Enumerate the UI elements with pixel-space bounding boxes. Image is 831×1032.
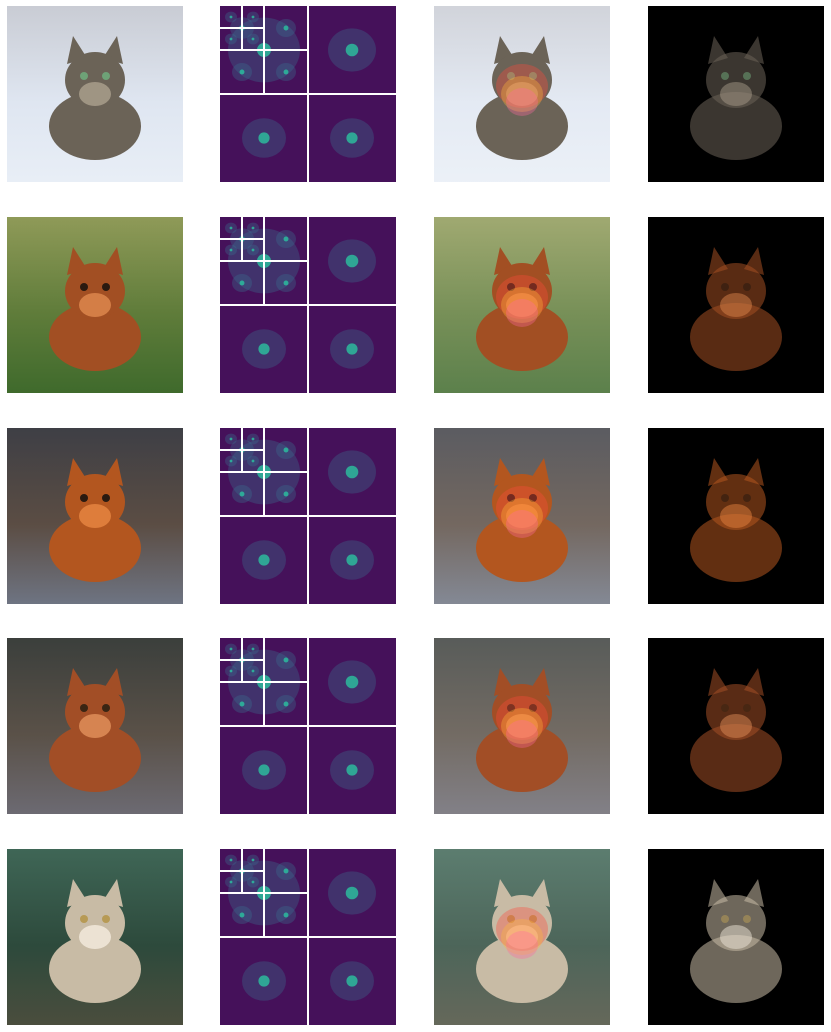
input-image-image (7, 638, 183, 814)
cell-saliency-overlay-row-2 (434, 217, 610, 393)
input-image-image (7, 6, 183, 182)
masked-image-image (648, 217, 824, 393)
cell-masked-image-row-2 (648, 217, 824, 393)
masked-image-image (648, 6, 824, 182)
cell-wavelet-decomposition-map-row-4 (220, 638, 396, 814)
wavelet-decomposition-map-image (220, 428, 396, 604)
saliency-overlay-image (434, 6, 610, 182)
input-image-image (7, 849, 183, 1025)
cell-saliency-overlay-row-1 (434, 6, 610, 182)
input-image-image (7, 428, 183, 604)
cell-masked-image-row-1 (648, 6, 824, 182)
cell-masked-image-row-3 (648, 428, 824, 604)
wavelet-decomposition-map-image (220, 217, 396, 393)
cell-wavelet-decomposition-map-row-1 (220, 6, 396, 182)
wavelet-decomposition-map-image (220, 638, 396, 814)
cell-masked-image-row-4 (648, 638, 824, 814)
cell-wavelet-decomposition-map-row-2 (220, 217, 396, 393)
saliency-overlay-image (434, 849, 610, 1025)
cell-masked-image-row-5 (648, 849, 824, 1025)
masked-image-image (648, 849, 824, 1025)
cell-wavelet-decomposition-map-row-3 (220, 428, 396, 604)
cell-saliency-overlay-row-5 (434, 849, 610, 1025)
cell-input-image-row-5 (7, 849, 183, 1025)
cell-input-image-row-3 (7, 428, 183, 604)
masked-image-image (648, 428, 824, 604)
cell-input-image-row-2 (7, 217, 183, 393)
saliency-overlay-image (434, 428, 610, 604)
cell-input-image-row-1 (7, 6, 183, 182)
saliency-overlay-image (434, 217, 610, 393)
wavelet-decomposition-map-image (220, 6, 396, 182)
cell-input-image-row-4 (7, 638, 183, 814)
masked-image-image (648, 638, 824, 814)
cell-saliency-overlay-row-3 (434, 428, 610, 604)
cell-saliency-overlay-row-4 (434, 638, 610, 814)
input-image-image (7, 217, 183, 393)
cell-wavelet-decomposition-map-row-5 (220, 849, 396, 1025)
wavelet-decomposition-map-image (220, 849, 396, 1025)
saliency-overlay-image (434, 638, 610, 814)
